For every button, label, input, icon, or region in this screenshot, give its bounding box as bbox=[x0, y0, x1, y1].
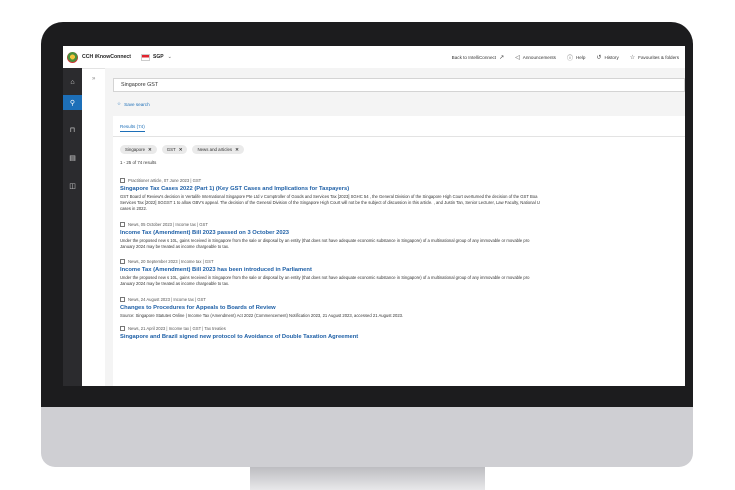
news-icon: ▤ bbox=[69, 154, 76, 162]
results-panel: Results (74) Singapore ✕ GST ✕ News and … bbox=[113, 116, 685, 386]
list-item: News, 21 April 2023 | Income tax | GST |… bbox=[120, 326, 685, 340]
result-title-link[interactable]: Income Tax (Amendment) Bill 2023 passed … bbox=[120, 230, 685, 236]
close-icon[interactable]: ✕ bbox=[179, 147, 183, 153]
result-checkbox[interactable] bbox=[120, 222, 125, 227]
result-snippet: cases in 2022. bbox=[120, 206, 148, 211]
external-link-icon: ↗ bbox=[499, 54, 505, 61]
filter-chips: Singapore ✕ GST ✕ News and articles ✕ bbox=[120, 145, 244, 154]
list-item: News, 20 September 2023 | Income tax | G… bbox=[120, 259, 685, 287]
briefcase-icon: ⊓ bbox=[69, 126, 76, 134]
sidebar-item-library[interactable]: ◫ bbox=[63, 178, 82, 193]
sidebar-item-search[interactable]: ⚲ bbox=[63, 95, 82, 110]
history-link[interactable]: ↺ History bbox=[596, 54, 618, 61]
result-checkbox[interactable] bbox=[120, 178, 125, 183]
top-nav: Back to IntelliConnect ↗ ◁ Announcements… bbox=[452, 46, 679, 68]
chevron-down-icon[interactable]: ⌄ bbox=[168, 54, 172, 60]
main-content: Singapore GST ☆ Save search Results (74)… bbox=[105, 68, 685, 386]
result-title-link[interactable]: Income Tax (Amendment) Bill 2023 has bee… bbox=[120, 267, 685, 273]
star-icon: ☆ bbox=[117, 101, 122, 106]
results-count: 1 - 25 of 74 results bbox=[120, 160, 157, 165]
megaphone-icon: ◁ bbox=[515, 54, 520, 61]
result-checkbox[interactable] bbox=[120, 297, 125, 302]
region-selector[interactable]: SGP bbox=[153, 54, 164, 60]
result-meta: Practitioner article, 07 June 2023 | GST bbox=[128, 178, 202, 183]
announcements-link[interactable]: ◁ Announcements bbox=[515, 54, 556, 61]
result-meta: News, 24 August 2023 | Income tax | GST bbox=[128, 297, 206, 302]
top-bar: CCH iKnowConnect SGP ⌄ Back to IntelliCo… bbox=[63, 46, 685, 69]
book-icon: ◫ bbox=[69, 182, 76, 190]
collapse-panel-icon[interactable]: » bbox=[92, 76, 95, 82]
result-snippet: January 2024 may be treated as income ch… bbox=[120, 281, 230, 286]
result-meta: News, 05 October 2023 | Income tax | GST bbox=[128, 222, 208, 227]
result-title-link[interactable]: Singapore and Brazil signed new protocol… bbox=[120, 334, 685, 340]
result-snippet: January 2024 may be treated as income ch… bbox=[120, 244, 230, 249]
search-input[interactable]: Singapore GST bbox=[113, 78, 685, 92]
search-icon: ⚲ bbox=[69, 99, 76, 107]
result-title-link[interactable]: Singapore Tax Cases 2022 (Part 1) (Key G… bbox=[120, 186, 685, 192]
help-icon: ⓘ bbox=[566, 55, 573, 62]
list-item: News, 24 August 2023 | Income tax | GST … bbox=[120, 297, 685, 319]
result-meta: News, 20 September 2023 | Income tax | G… bbox=[128, 259, 214, 264]
result-snippet: Source: Singapore Statutes Online | Inco… bbox=[120, 313, 404, 318]
result-meta: News, 21 April 2023 | Income tax | GST |… bbox=[128, 326, 226, 331]
history-icon: ↺ bbox=[596, 54, 602, 61]
sidebar-item-home[interactable]: ⌂ bbox=[63, 75, 82, 90]
help-link[interactable]: ⓘ Help bbox=[567, 53, 585, 62]
sidebar-item-briefcase[interactable]: ⊓ bbox=[63, 122, 82, 137]
tab-results[interactable]: Results (74) bbox=[120, 124, 145, 132]
sidebar-item-news[interactable]: ▤ bbox=[63, 150, 82, 165]
list-item: News, 05 October 2023 | Income tax | GST… bbox=[120, 222, 685, 250]
back-to-intelliconnect-link[interactable]: Back to IntelliConnect ↗ bbox=[452, 54, 504, 61]
result-checkbox[interactable] bbox=[120, 326, 125, 331]
star-icon: ☆ bbox=[629, 54, 636, 61]
result-checkbox[interactable] bbox=[120, 259, 125, 264]
tab-divider bbox=[113, 136, 685, 137]
close-icon[interactable]: ✕ bbox=[235, 147, 239, 153]
logo-icon[interactable] bbox=[67, 51, 78, 63]
home-icon: ⌂ bbox=[70, 79, 75, 86]
filter-chip-news-articles[interactable]: News and articles ✕ bbox=[192, 145, 244, 154]
app-screen: CCH iKnowConnect SGP ⌄ Back to IntelliCo… bbox=[63, 46, 685, 386]
save-search-button[interactable]: ☆ Save search bbox=[117, 101, 150, 107]
left-sidebar: ⌂ ⚲ ⊓ ▤ ◫ bbox=[63, 68, 82, 386]
monitor-chin bbox=[41, 407, 693, 467]
result-title-link[interactable]: Changes to Procedures for Appeals to Boa… bbox=[120, 305, 685, 311]
filter-chip-singapore[interactable]: Singapore ✕ bbox=[120, 145, 157, 154]
favourites-folders-link[interactable]: ☆ Favourites & folders bbox=[630, 54, 679, 61]
monitor-stand bbox=[250, 467, 485, 490]
close-icon[interactable]: ✕ bbox=[148, 147, 152, 153]
list-item: Practitioner article, 07 June 2023 | GST… bbox=[120, 178, 685, 212]
filter-chip-gst[interactable]: GST ✕ bbox=[161, 145, 188, 154]
brand-name: CCH iKnowConnect bbox=[82, 54, 131, 60]
singapore-flag-icon bbox=[141, 53, 150, 61]
